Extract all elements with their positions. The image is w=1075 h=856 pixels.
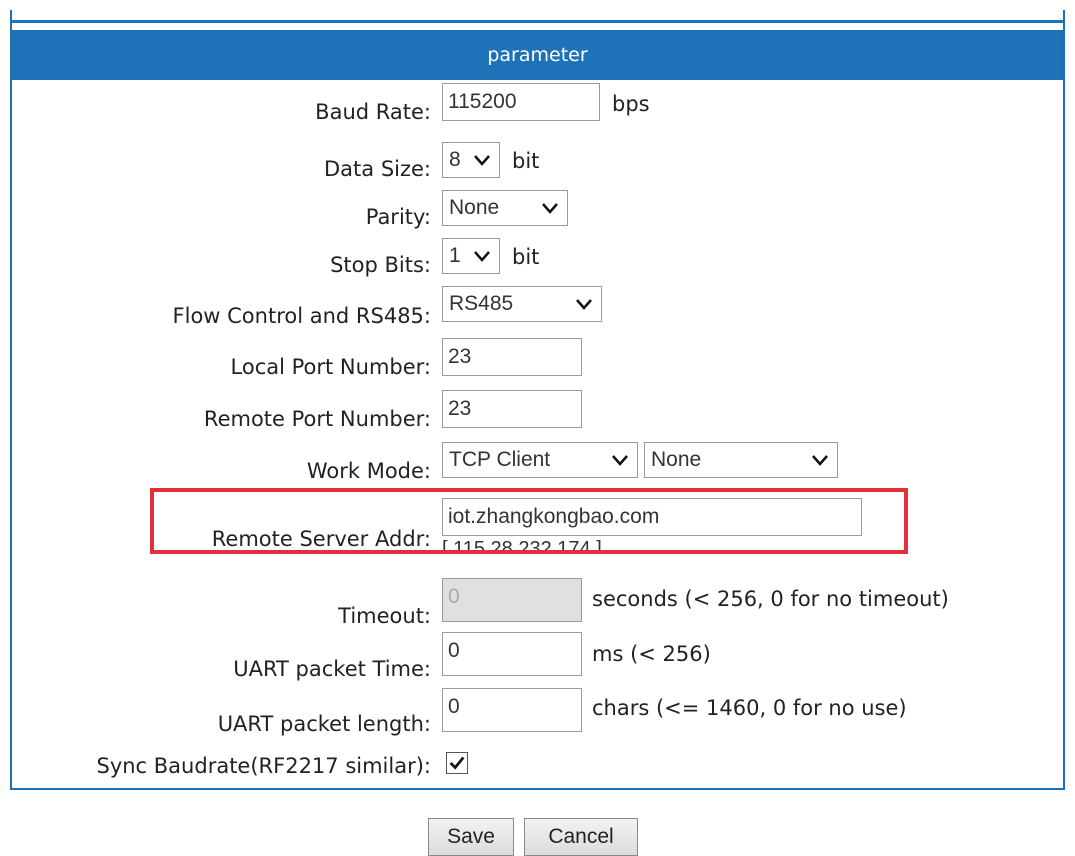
baud-rate-unit: bps bbox=[612, 92, 650, 116]
stop-bits-value: 1 bbox=[449, 244, 461, 267]
work-mode-label: Work Mode: bbox=[306, 459, 431, 483]
parity-value: None bbox=[449, 196, 500, 219]
uart-length-label: UART packet length: bbox=[217, 712, 431, 736]
parity-label: Parity: bbox=[365, 205, 431, 229]
header-rule bbox=[12, 20, 1063, 23]
chevron-down-icon bbox=[612, 455, 628, 466]
checkmark-icon bbox=[449, 756, 465, 770]
timeout-unit: seconds (< 256, 0 for no timeout) bbox=[592, 587, 949, 611]
timeout-label: Timeout: bbox=[338, 604, 431, 628]
local-port-label: Local Port Number: bbox=[230, 355, 431, 379]
sync-baud-label: Sync Baudrate(RF2217 similar): bbox=[96, 754, 431, 778]
parameter-panel: parameter Baud Rate: 115200 bps Data Siz… bbox=[10, 10, 1065, 790]
stop-bits-select[interactable]: 1 bbox=[442, 238, 500, 274]
uart-time-unit: ms (< 256) bbox=[592, 642, 711, 666]
panel-header: parameter bbox=[12, 30, 1063, 80]
save-button[interactable]: Save bbox=[428, 818, 514, 856]
data-size-value: 8 bbox=[449, 148, 461, 171]
work-mode-option-value: None bbox=[651, 448, 702, 471]
chevron-down-icon bbox=[812, 455, 828, 466]
work-mode-value: TCP Client bbox=[449, 448, 551, 471]
stop-bits-label: Stop Bits: bbox=[330, 253, 431, 277]
baud-rate-label: Baud Rate: bbox=[315, 100, 431, 124]
highlight-box bbox=[150, 488, 908, 554]
flow-control-select[interactable]: RS485 bbox=[442, 286, 602, 322]
remote-port-input[interactable]: 23 bbox=[442, 390, 582, 428]
uart-length-unit: chars (<= 1460, 0 for no use) bbox=[592, 696, 907, 720]
uart-length-input[interactable]: 0 bbox=[442, 688, 582, 732]
baud-rate-input[interactable]: 115200 bbox=[442, 83, 600, 121]
chevron-down-icon bbox=[474, 155, 490, 166]
work-mode-select[interactable]: TCP Client bbox=[442, 442, 638, 478]
timeout-input: 0 bbox=[442, 578, 582, 622]
uart-time-input[interactable]: 0 bbox=[442, 632, 582, 676]
flow-control-label: Flow Control and RS485: bbox=[172, 304, 431, 328]
flow-control-value: RS485 bbox=[449, 292, 514, 315]
stop-bits-unit: bit bbox=[512, 245, 540, 269]
cancel-button[interactable]: Cancel bbox=[524, 818, 638, 856]
work-mode-option-select[interactable]: None bbox=[644, 442, 838, 478]
data-size-label: Data Size: bbox=[324, 157, 431, 181]
parity-select[interactable]: None bbox=[442, 190, 568, 226]
remote-port-label: Remote Port Number: bbox=[203, 407, 431, 431]
sync-baud-checkbox[interactable] bbox=[446, 752, 468, 774]
data-size-unit: bit bbox=[512, 149, 540, 173]
chevron-down-icon bbox=[576, 299, 592, 310]
chevron-down-icon bbox=[474, 251, 490, 262]
uart-time-label: UART packet Time: bbox=[233, 657, 431, 681]
local-port-input[interactable]: 23 bbox=[442, 338, 582, 376]
data-size-select[interactable]: 8 bbox=[442, 142, 500, 178]
chevron-down-icon bbox=[542, 203, 558, 214]
